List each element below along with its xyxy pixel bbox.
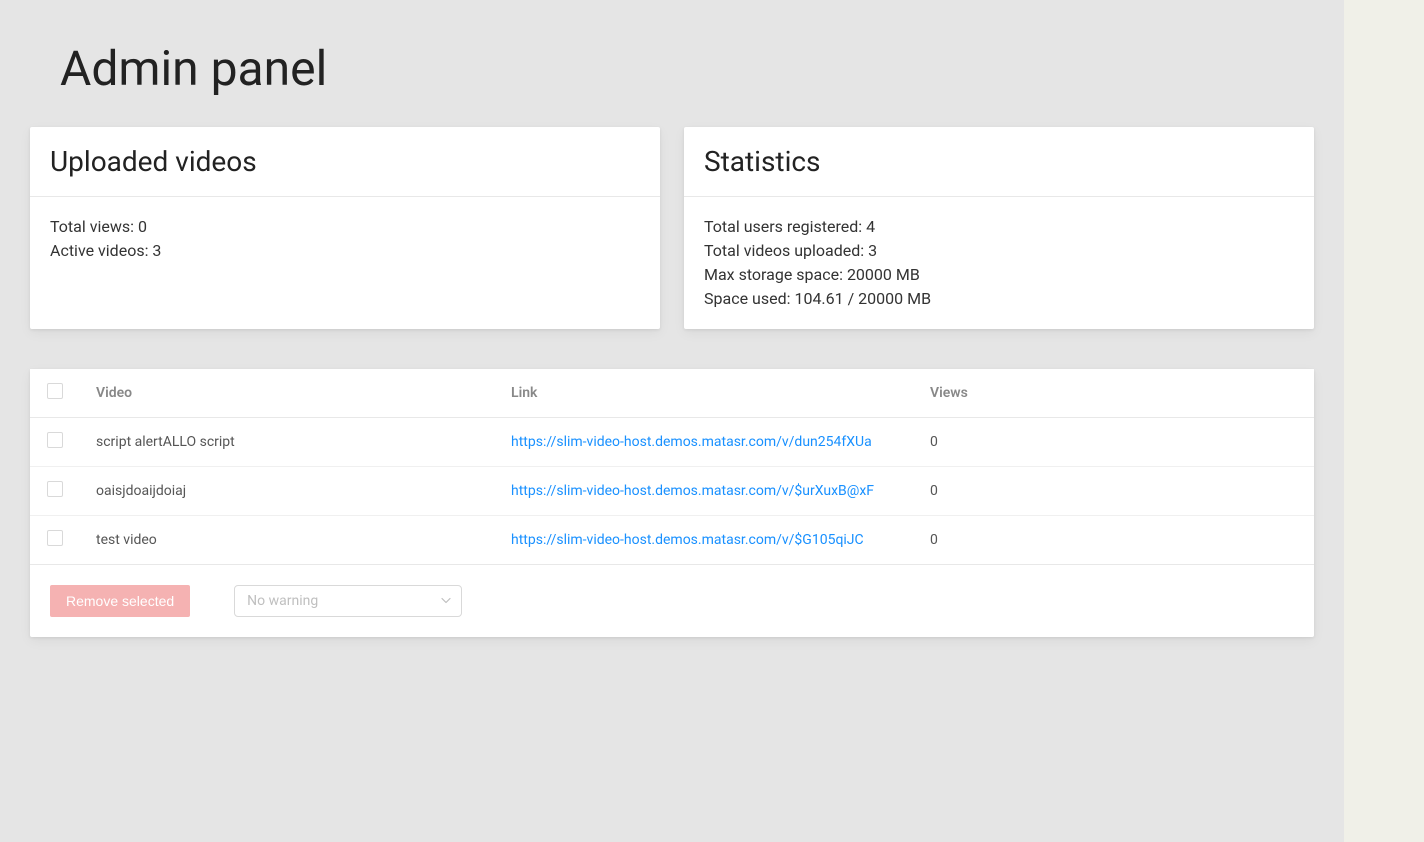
active-videos-line: Active videos: 3 [50,239,640,263]
total-users-line: Total users registered: 4 [704,215,1294,239]
active-videos-value: 3 [152,241,161,260]
total-views-value: 0 [138,217,147,236]
cards-row: Uploaded videos Total views: 0 Active vi… [30,127,1314,369]
table-row: test video https://slim-video-host.demos… [30,516,1314,565]
statistics-title: Statistics [704,145,1294,178]
max-storage-line: Max storage space: 20000 MB [704,263,1294,287]
table-footer: Remove selected No warning [30,565,1314,637]
row-checkbox[interactable] [47,530,63,546]
video-name-cell: oaisjdoaijdoiaj [80,467,495,516]
total-videos-value: 3 [868,241,877,260]
uploaded-videos-title: Uploaded videos [50,145,640,178]
table-row: oaisjdoaijdoiaj https://slim-video-host.… [30,467,1314,516]
row-checkbox[interactable] [47,432,63,448]
videos-table-card: Video Link Views script alertALLO script… [30,369,1314,637]
statistics-body: Total users registered: 4 Total videos u… [684,197,1314,329]
table-row: script alertALLO script https://slim-vid… [30,418,1314,467]
page-title: Admin panel [30,0,1314,127]
video-name-cell: script alertALLO script [80,418,495,467]
header-views[interactable]: Views [914,369,1314,418]
video-link[interactable]: https://slim-video-host.demos.matasr.com… [511,532,864,548]
total-users-value: 4 [866,217,875,236]
header-checkbox-cell [30,369,80,418]
uploaded-videos-body: Total views: 0 Active videos: 3 [30,197,660,281]
video-link[interactable]: https://slim-video-host.demos.matasr.com… [511,483,874,499]
total-views-label: Total views: [50,217,134,236]
max-storage-value: 20000 MB [847,265,920,284]
video-name-cell: test video [80,516,495,565]
space-used-line: Space used: 104.61 / 20000 MB [704,287,1294,311]
uploaded-videos-card: Uploaded videos Total views: 0 Active vi… [30,127,660,329]
right-margin-strip [1344,0,1424,842]
uploaded-videos-header: Uploaded videos [30,127,660,197]
videos-table: Video Link Views script alertALLO script… [30,369,1314,565]
statistics-header: Statistics [684,127,1314,197]
video-views-cell: 0 [914,418,1314,467]
select-all-checkbox[interactable] [47,383,63,399]
header-link[interactable]: Link [495,369,914,418]
max-storage-label: Max storage space: [704,265,843,284]
warning-select[interactable]: No warning [234,585,462,617]
total-videos-label: Total videos uploaded: [704,241,864,260]
space-used-label: Space used: [704,289,790,308]
total-users-label: Total users registered: [704,217,862,236]
video-link[interactable]: https://slim-video-host.demos.matasr.com… [511,434,872,450]
warning-select-display: No warning [234,585,462,617]
remove-selected-button[interactable]: Remove selected [50,585,190,617]
total-views-line: Total views: 0 [50,215,640,239]
space-used-value: 104.61 / 20000 MB [794,289,931,308]
video-views-cell: 0 [914,467,1314,516]
active-videos-label: Active videos: [50,241,148,260]
row-checkbox[interactable] [47,481,63,497]
header-video[interactable]: Video [80,369,495,418]
total-videos-line: Total videos uploaded: 3 [704,239,1294,263]
video-views-cell: 0 [914,516,1314,565]
statistics-card: Statistics Total users registered: 4 Tot… [684,127,1314,329]
